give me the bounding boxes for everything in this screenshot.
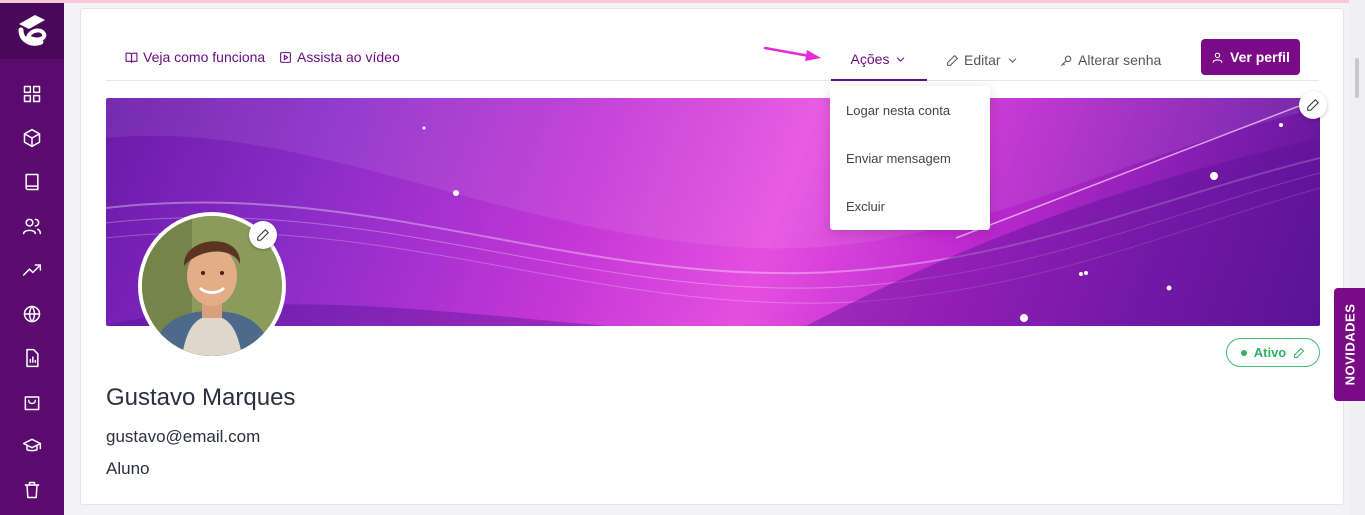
sidebar [0, 3, 64, 515]
pencil-icon [947, 54, 958, 66]
banner-waves-image [106, 98, 1320, 326]
trash-icon[interactable] [20, 478, 44, 502]
globe-icon[interactable] [20, 302, 44, 326]
scrollbar-thumb[interactable] [1355, 58, 1359, 98]
dashboard-icon[interactable] [20, 82, 44, 106]
profile-role: Aluno [106, 459, 150, 478]
tab-edit[interactable]: Editar [946, 39, 1019, 81]
profile-toolbar: Veja como funciona Assista ao vídeo Açõe… [106, 39, 1319, 81]
graduation-cap-icon[interactable] [20, 434, 44, 458]
open-book-icon [125, 52, 138, 63]
profile-card: Veja como funciona Assista ao vídeo Açõe… [80, 8, 1344, 505]
menu-item-delete[interactable]: Excluir [846, 199, 885, 214]
report-icon[interactable] [20, 346, 44, 370]
app-logo[interactable] [0, 3, 64, 59]
tab-change-password[interactable]: Alterar senha [1060, 39, 1161, 81]
menu-item-send-message[interactable]: Enviar mensagem [846, 151, 951, 166]
users-icon[interactable] [20, 214, 44, 238]
shopping-bag-icon[interactable] [20, 390, 44, 414]
key-icon [1061, 55, 1072, 66]
how-it-works-link[interactable]: Veja como funciona [125, 49, 265, 65]
edit-banner-button[interactable] [1299, 91, 1327, 119]
top-accent-line [0, 0, 1365, 3]
profile-name: Gustavo Marques [106, 384, 296, 411]
news-side-tab-label: NOVIDADES [1342, 303, 1358, 386]
tab-edit-label: Editar [964, 52, 1001, 68]
user-icon [1212, 52, 1223, 63]
watch-video-label: Assista ao vídeo [297, 49, 400, 65]
watch-video-link[interactable]: Assista ao vídeo [279, 49, 400, 65]
news-side-tab[interactable]: NOVIDADES [1334, 288, 1365, 401]
logo-icon [18, 15, 47, 46]
how-it-works-label: Veja como funciona [143, 49, 266, 65]
status-label: Ativo [1253, 345, 1287, 360]
play-video-icon [280, 51, 291, 63]
pencil-icon [257, 229, 269, 241]
status-dot [1240, 349, 1247, 356]
trending-up-icon[interactable] [20, 258, 44, 282]
actions-dropdown: Logar nesta conta Enviar mensagem Exclui… [830, 86, 990, 230]
chevron-down-icon [1008, 57, 1016, 63]
menu-item-login-as[interactable]: Logar nesta conta [846, 103, 950, 118]
pencil-icon [1294, 347, 1305, 358]
annotation-arrow-icon [763, 46, 821, 61]
tab-change-password-label: Alterar senha [1078, 52, 1162, 68]
book-icon[interactable] [20, 170, 44, 194]
pencil-icon [1307, 99, 1319, 111]
box-icon[interactable] [20, 126, 44, 150]
profile-banner [106, 98, 1320, 326]
status-badge[interactable]: Ativo [1226, 338, 1320, 367]
view-profile-label: Ver perfil [1230, 49, 1290, 65]
profile-email: gustavo@email.com [106, 427, 261, 446]
view-profile-button[interactable]: Ver perfil [1201, 39, 1300, 75]
edit-avatar-button[interactable] [249, 221, 277, 249]
